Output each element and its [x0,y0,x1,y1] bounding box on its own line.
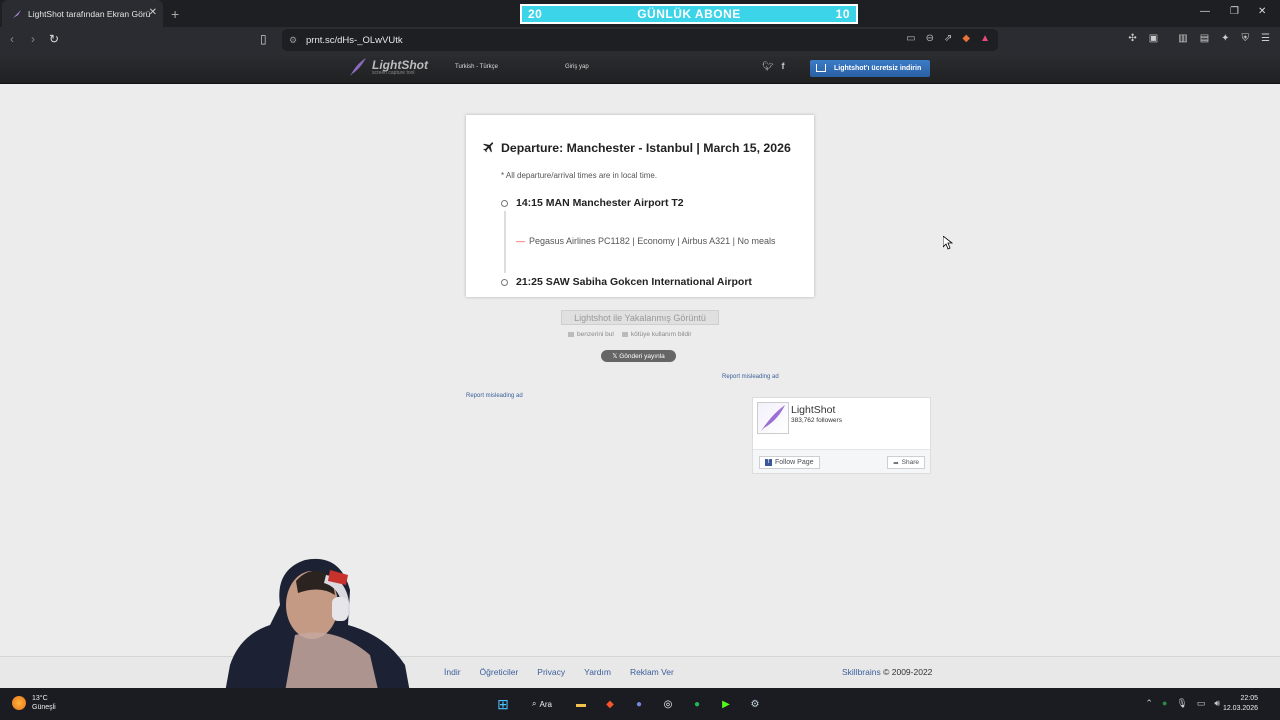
overlay-left-count: 20 [528,7,543,21]
obs-icon[interactable]: ◎ [658,695,678,713]
new-tab-button[interactable]: + [171,6,179,22]
display-icon[interactable]: ▭ [1197,698,1206,709]
share-button[interactable]: ➦ Share [887,456,925,469]
feather-icon [350,58,366,76]
login-link[interactable]: Giriş yap [565,64,589,70]
steam-icon[interactable]: ⚙ [745,695,765,713]
skillbrains-link[interactable]: Skillbrains [842,667,881,677]
zoom-icon[interactable]: ⊖ [926,33,934,44]
forward-icon[interactable]: › [31,32,35,46]
search-icon: ⌕ [532,699,537,708]
download-icon [816,64,826,72]
page-footer: İndir Öğreticiler Privacy Yardım Reklam Ver … [0,656,1280,688]
browser-tab[interactable]: LightShot tarafından Ekran Görü ✕ [2,0,163,27]
wallet-icon[interactable]: ▤ [1200,33,1209,44]
close-tab-icon[interactable]: ✕ [149,7,157,18]
taskbar-search[interactable]: ⌕ Ara [522,695,562,713]
microphone-icon[interactable]: 🎙︎ [1176,698,1187,709]
facebook-small-icon: f [765,459,772,466]
airline-icon: — [516,236,525,246]
mouse-cursor-icon [943,236,953,250]
report-ad-link-left[interactable]: Report misleading ad [466,393,523,399]
brave-shields-icon[interactable]: ◆ [962,33,970,44]
screenshot-image[interactable]: Departure: Manchester - Istanbul | March… [466,115,814,297]
arrival-stop: 21:25 SAW Sabiha Gokcen International Ai… [516,276,752,288]
volume-icon[interactable]: 🔊︎ [1214,698,1220,709]
tray-app-icon[interactable]: ● [1162,698,1167,709]
flight-title: Departure: Manchester - Istanbul | March… [501,141,791,155]
menu-icon[interactable]: ☰ [1261,33,1270,44]
system-clock[interactable]: 22:05 12.03.2026 [1223,694,1258,714]
page-name[interactable]: LightShot [791,404,835,416]
facebook-icon[interactable]: f [781,61,784,72]
maximize-icon[interactable]: ❐ [1230,6,1239,17]
discord-icon[interactable]: ● [629,695,649,713]
sidebar-icon[interactable]: ▥ [1178,33,1187,44]
url-text[interactable]: prnt.sc/dHs-_OLwVUtk [306,35,403,46]
reload-icon[interactable]: ↻ [49,32,59,46]
airplane-icon [483,142,494,153]
twitter-icon[interactable]: 🐦︎ [762,61,773,72]
address-bar[interactable]: ⚙ prnt.sc/dHs-_OLwVUtk ▭ ⊖ ⇗ ◆ ▲ [282,29,998,51]
time-note: * All departure/arrival times are in loc… [501,171,658,180]
navigation-bar: ‹ › ↻ ▯ ⚙ prnt.sc/dHs-_OLwVUtk ▭ ⊖ ⇗ ◆ ▲… [0,27,1280,53]
file-explorer-icon[interactable]: ▬ [571,695,591,713]
followers-count: 383,762 followers [791,417,842,424]
language-select[interactable]: Turkish - Türkçe [455,64,498,70]
cast-icon[interactable]: ▭ [906,33,915,44]
follow-page-button[interactable]: f Follow Page [759,456,820,469]
post-on-x-button[interactable]: 𝕏 Gönderi yayınla [601,350,676,362]
footer-link[interactable]: Reklam Ver [630,667,674,677]
route-line [504,211,506,273]
share-arrow-icon: ➦ [893,459,899,467]
footer-link[interactable]: Privacy [537,667,565,677]
overlay-label: GÜNLÜK ABONE [637,7,741,21]
close-window-icon[interactable]: ✕ [1258,6,1266,17]
lightshot-logo[interactable]: LightShot screen capture tool [348,58,428,76]
facebook-page-widget: LightShot 383,762 followers f Follow Page… [752,397,931,474]
tab-title: LightShot tarafından Ekran Görü [28,8,151,19]
screenshot-icon[interactable]: ▣ [1149,33,1158,44]
streaming-app-icon[interactable]: ▶ [716,695,736,713]
report-abuse-link[interactable]: kötüye kullanım bildir [622,331,692,338]
feather-logo-icon [761,405,785,431]
download-button[interactable]: Lightshot'ı ücretsiz indirin [810,60,930,77]
minimize-icon[interactable]: — [1200,6,1210,17]
captured-label: Lightshot ile Yakalanmış Görüntü [561,310,719,325]
extensions-icon[interactable]: ✣ [1128,33,1136,44]
lightshot-avatar[interactable] [757,402,789,434]
lightshot-header: LightShot screen capture tool Turkish - … [0,53,1280,84]
departure-dot [501,200,508,207]
overlay-right-count: 10 [835,7,850,21]
departure-stop: 14:15 MAN Manchester Airport T2 [516,197,684,209]
brave-rewards-icon[interactable]: ▲ [980,33,990,44]
report-ad-link-right[interactable]: Report misleading ad [722,374,779,380]
vpn-icon[interactable]: ⛨ [1242,33,1250,44]
arrival-dot [501,279,508,286]
site-info-icon[interactable]: ⚙ [289,35,297,46]
footer-link[interactable]: Yardım [584,667,611,677]
back-icon[interactable]: ‹ [10,32,14,46]
flight-details: — Pegasus Airlines PC1182 | Economy | Air… [516,236,776,246]
share-icon[interactable]: ⇗ [944,33,952,44]
footer-link[interactable]: İndir [444,667,461,677]
spotify-icon[interactable]: ● [687,695,707,713]
find-similar-link[interactable]: benzerini bul [568,331,614,338]
weather-widget[interactable]: 13°C Güneşli [12,694,56,712]
leo-ai-icon[interactable]: ✦ [1221,33,1229,44]
brave-browser-icon[interactable]: ◆ [600,695,620,713]
bookmark-icon[interactable]: ▯ [260,32,267,46]
windows-taskbar: 13°C Güneşli ⊞ ⌕ Ara ▬ ◆ ● ◎ ● ▶ ⚙ ⌃ ● 🎙︎ … [0,688,1280,720]
sun-icon [12,696,26,710]
subscriber-goal-overlay: 20 GÜNLÜK ABONE 10 [520,4,858,24]
windows-start-icon[interactable]: ⊞ [493,695,513,713]
footer-link[interactable]: Öğreticiler [480,667,519,677]
copyright: Skillbrains © 2009-2022 [842,667,933,677]
lightshot-favicon-icon [13,9,21,18]
tray-expand-icon[interactable]: ⌃ [1145,698,1153,709]
